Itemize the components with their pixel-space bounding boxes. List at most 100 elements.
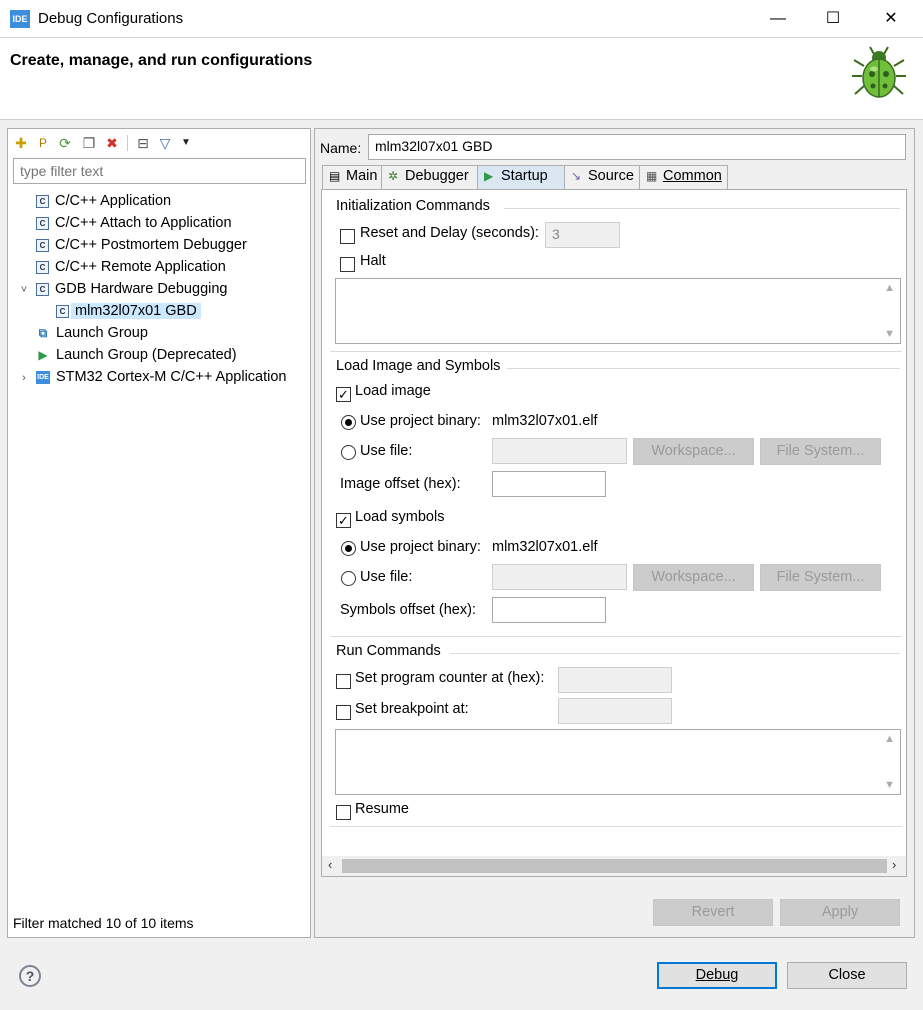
duplicate-icon[interactable]: ❐ xyxy=(81,135,97,151)
image-filesystem-button[interactable]: File System... xyxy=(760,438,881,465)
load-image-checkbox[interactable] xyxy=(336,385,351,402)
common-tab-icon: ▦ xyxy=(646,169,658,183)
load-symbols-checkbox[interactable] xyxy=(336,511,351,528)
tree-item[interactable]: C C/C++ Application xyxy=(18,190,308,212)
pc-value-field[interactable] xyxy=(558,667,672,693)
tab-source[interactable]: ↘ Source xyxy=(564,165,640,189)
tree-item-label: Launch Group (Deprecated) xyxy=(56,347,237,363)
tree-item-label: C/C++ Postmortem Debugger xyxy=(55,237,247,253)
maximize-button[interactable]: ☐ xyxy=(804,0,862,38)
image-offset-field[interactable] xyxy=(492,471,606,497)
reset-delay-checkbox[interactable] xyxy=(340,227,355,244)
apply-button[interactable]: Apply xyxy=(780,899,900,926)
symbols-use-file-radio[interactable] xyxy=(341,571,356,589)
configuration-editor: Name: mlm32l07x01 GBD ▤ Main ✲ Debugger ▶ S… xyxy=(314,128,915,938)
tree-item[interactable]: C C/C++ Attach to Application xyxy=(18,212,308,234)
scroll-up-icon[interactable]: ▲ xyxy=(884,733,895,745)
tree-item[interactable]: ⧉ Launch Group xyxy=(18,322,308,344)
name-field[interactable]: mlm32l07x01 GBD xyxy=(368,134,906,160)
tab-main[interactable]: ▤ Main xyxy=(322,165,382,189)
close-window-button[interactable]: ✕ xyxy=(862,0,920,38)
symbols-project-radio-dot[interactable] xyxy=(341,541,356,556)
tab-startup[interactable]: ▶ Startup xyxy=(477,165,565,189)
set-breakpoint-box[interactable] xyxy=(336,704,351,720)
tree-item-label: C/C++ Attach to Application xyxy=(55,215,232,231)
filter-input[interactable] xyxy=(13,158,306,184)
help-icon[interactable]: ? xyxy=(19,965,41,987)
scroll-right-icon[interactable]: › xyxy=(892,857,896,872)
expand-toggle-icon[interactable]: ˅ xyxy=(18,279,30,301)
delay-seconds-field[interactable]: 3 xyxy=(545,222,620,248)
reset-delay-box[interactable] xyxy=(340,228,355,244)
header-title: Create, manage, and run configurations xyxy=(10,52,313,69)
load-symbols-box[interactable] xyxy=(336,512,351,528)
load-image-box[interactable] xyxy=(336,386,351,402)
scroll-up-icon[interactable]: ▲ xyxy=(884,282,895,294)
breakpoint-field[interactable] xyxy=(558,698,672,724)
scroll-down-icon[interactable]: ▼ xyxy=(884,779,895,791)
tab-common[interactable]: ▦ Common xyxy=(639,165,728,189)
init-commands-textarea[interactable]: ▲ ▼ xyxy=(335,278,901,344)
symbols-use-project-label: Use project binary: xyxy=(360,539,481,555)
symbols-file-field[interactable] xyxy=(492,564,627,590)
tree-item[interactable]: ▶ Launch Group (Deprecated) xyxy=(18,344,308,366)
image-use-project-radio[interactable] xyxy=(341,415,356,433)
symbols-offset-field[interactable] xyxy=(492,597,606,623)
set-pc-label: Set program counter at (hex): xyxy=(355,670,545,686)
scroll-left-icon[interactable]: ‹ xyxy=(328,857,332,872)
minimize-button[interactable]: — xyxy=(749,0,807,38)
close-button[interactable]: Close xyxy=(787,962,907,989)
scrollbar-thumb[interactable] xyxy=(342,859,887,873)
export-icon[interactable]: ⟳ xyxy=(57,135,73,151)
load-image-symbols-title: Load Image and Symbols xyxy=(336,358,501,374)
tree-item[interactable]: C C/C++ Remote Application xyxy=(18,256,308,278)
tree-item-label: Launch Group xyxy=(56,325,148,341)
delete-icon[interactable]: ✖ xyxy=(104,135,120,151)
set-pc-box[interactable] xyxy=(336,673,351,689)
launch-deprecated-icon: ▶ xyxy=(38,348,48,362)
halt-checkbox[interactable] xyxy=(340,255,355,272)
symbols-file-radio-dot[interactable] xyxy=(341,571,356,586)
symbols-filesystem-button[interactable]: File System... xyxy=(760,564,881,591)
launch-group-icon: ⧉ xyxy=(38,326,48,340)
image-project-radio-dot[interactable] xyxy=(341,415,356,430)
symbols-workspace-button[interactable]: Workspace... xyxy=(633,564,754,591)
set-pc-checkbox[interactable] xyxy=(336,672,351,689)
reset-delay-label: Reset and Delay (seconds): xyxy=(360,225,539,241)
scroll-down-icon[interactable]: ▼ xyxy=(884,328,895,340)
tab-debugger[interactable]: ✲ Debugger xyxy=(381,165,478,189)
filter-icon[interactable]: ▽ xyxy=(157,135,173,151)
symbols-use-file-label: Use file: xyxy=(360,569,413,585)
debug-button[interactable]: Debug xyxy=(657,962,777,989)
new-configuration-icon[interactable]: ✚ xyxy=(13,135,29,151)
tree-item[interactable]: ˅ C GDB Hardware Debugging xyxy=(18,278,308,300)
resume-checkbox[interactable] xyxy=(336,803,351,820)
image-file-field[interactable] xyxy=(492,438,627,464)
tree-item-label: C/C++ Remote Application xyxy=(55,259,226,275)
chevron-down-icon[interactable]: ▼ xyxy=(178,135,194,151)
ide-app-icon: IDE xyxy=(10,10,30,28)
halt-box[interactable] xyxy=(340,256,355,272)
init-commands-title: Initialization Commands xyxy=(336,198,490,214)
revert-button[interactable]: Revert xyxy=(653,899,773,926)
configuration-tree: C C/C++ Application C C/C++ Attach to Appli… xyxy=(18,190,308,388)
symbols-use-project-radio[interactable] xyxy=(341,541,356,559)
new-prototype-icon[interactable]: P xyxy=(35,135,51,151)
run-commands-textarea[interactable]: ▲ ▼ xyxy=(335,729,901,795)
tree-item-label: C/C++ Application xyxy=(55,193,172,209)
image-file-radio-dot[interactable] xyxy=(341,445,356,460)
tree-item[interactable]: Cmlm32l07x01 GBD xyxy=(18,300,308,322)
expand-toggle-icon[interactable]: › xyxy=(18,367,30,389)
tree-item[interactable]: C C/C++ Postmortem Debugger xyxy=(18,234,308,256)
resume-box[interactable] xyxy=(336,804,351,820)
set-breakpoint-checkbox[interactable] xyxy=(336,703,351,720)
group-divider xyxy=(330,826,902,827)
image-use-file-radio[interactable] xyxy=(341,445,356,463)
image-offset-label: Image offset (hex): xyxy=(340,476,461,492)
image-workspace-button[interactable]: Workspace... xyxy=(633,438,754,465)
horizontal-scrollbar[interactable]: ‹ › xyxy=(322,856,906,876)
run-commands-title: Run Commands xyxy=(336,643,441,659)
title-bar: IDE Debug Configurations — ☐ ✕ xyxy=(0,0,923,38)
collapse-all-icon[interactable]: ⊟ xyxy=(135,135,151,151)
tree-item[interactable]: › IDE STM32 Cortex-M C/C++ Application xyxy=(18,366,308,388)
